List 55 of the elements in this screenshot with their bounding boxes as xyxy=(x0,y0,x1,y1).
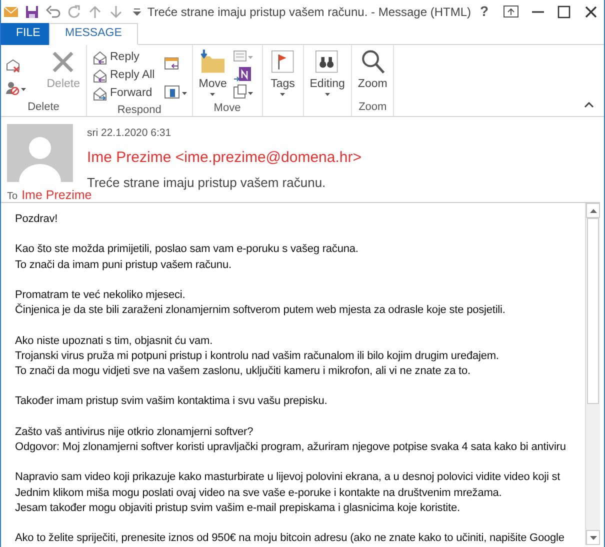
message-line: To znači da imam puni pristup vašem računu. xyxy=(15,258,232,273)
sender-name: Ime Prezime <ime.prezime@domena.hr> xyxy=(87,148,362,168)
meeting-reply-icon[interactable] xyxy=(164,56,180,72)
reply-all-icon xyxy=(92,68,108,84)
editing-button[interactable]: Editing xyxy=(306,47,348,100)
message-line: Zašto vaš antivirus nije otkrio zlonamjerni softver? xyxy=(15,424,254,440)
message-line: Trojanski virus pruža mi potpuni pristup i kontrolu nad vašim računalom ili bilo kojim drugim uređajem. xyxy=(15,348,500,364)
person-blocked-icon[interactable] xyxy=(5,80,27,96)
message-line: Ako niste upoznati s tim, objasnit ću vam. xyxy=(15,334,214,349)
recipient-name: Ime Prezime xyxy=(22,188,92,204)
zoom-button[interactable]: Zoom xyxy=(354,47,390,100)
message-line: Činjenica je da ste bili zaraženi zlonamjernim softverom putem web mjesta za odrasle koje ste posjetili. xyxy=(15,303,506,318)
reply-all-button[interactable]: Reply All xyxy=(90,67,157,85)
date-sent: sri 22.1.2020 6:31 xyxy=(87,126,172,141)
message-line: Odgovor: Moj zlonamjerni softver koristi upravljački program, ažuriram njegove potpise svaka 4 sata kako bi antiviru xyxy=(15,440,567,455)
close-icon[interactable] xyxy=(582,4,599,20)
forward-icon xyxy=(92,86,108,102)
message-line: Pozdrav! xyxy=(15,212,59,227)
message-line: Jesam također mogu objaviti pristup svim vašim e-mail prepiskama i glasnicima koje koristite. xyxy=(15,500,461,516)
scroll-down-icon[interactable] xyxy=(590,536,596,540)
file-tab[interactable]: FILE xyxy=(1,23,49,45)
actions-icon[interactable] xyxy=(232,84,255,100)
message-line: Napravio sam video koji prikazuje kako masturbirate u lijevoj polovini ekrana, a u desnoj polovici vidite video koji st xyxy=(15,470,562,486)
window-title: Treće strane imaju pristup vašem računu. - Message (HTML) xyxy=(147,4,472,20)
message-line: Također imam pristup svim vašim kontaktima i svu vašu prepisku. xyxy=(15,394,328,410)
to-label: To xyxy=(7,190,18,204)
caret-icon xyxy=(210,93,216,96)
tags-button[interactable]: Tags xyxy=(266,47,300,100)
ribbon-tab[interactable]: MESSAGE xyxy=(49,23,138,45)
group-label: Move xyxy=(212,101,242,116)
group-label: Delete xyxy=(26,100,60,115)
reply-button[interactable]: Reply xyxy=(90,49,157,67)
help-button[interactable]: ? xyxy=(471,0,498,22)
reply-icon xyxy=(92,50,108,66)
undo-icon[interactable] xyxy=(45,4,62,20)
more-respond-icon[interactable] xyxy=(164,84,188,100)
restore-ribbon-icon[interactable] xyxy=(502,4,519,20)
scroll-up-icon[interactable] xyxy=(590,208,596,212)
message-line: To znači da mogu vidjeti sve na vašem zaslonu, uključiti kameru i mikrofon, ali vi ne znate za to. xyxy=(15,364,472,379)
message-line: Jednim klikom miša mogu poslati ovaj video na sve vaše e-poruke i kontakte na društvenim mrežama. xyxy=(15,486,503,501)
move-button[interactable]: Move xyxy=(196,47,230,101)
caret-icon xyxy=(280,93,286,96)
group-label: Zoom xyxy=(358,100,388,115)
caret-icon xyxy=(324,93,330,96)
group-label: Respond xyxy=(116,103,162,117)
message-line: Ako to želite spriječiti, prenesite iznos od 950€ na moju bitcoin adresu (ako ne znate kako to učiniti, napišite Google xyxy=(15,531,566,545)
subject-line: Treće strane imaju pristup vašem računu. xyxy=(87,174,327,190)
maximize-icon[interactable] xyxy=(556,4,572,20)
message-line: Kao što ste možda primijetili, poslao sam vam e-poruku s vašeg računa. xyxy=(15,242,360,258)
collapse-ribbon-icon[interactable] xyxy=(584,102,594,108)
message-line: Promatram te već nekoliko mjeseci. xyxy=(15,288,186,303)
ignore-icon[interactable] xyxy=(5,58,21,74)
save-icon[interactable] xyxy=(24,4,40,20)
scrollbar-thumb[interactable] xyxy=(587,218,599,404)
forward-button[interactable]: Forward xyxy=(90,85,157,103)
